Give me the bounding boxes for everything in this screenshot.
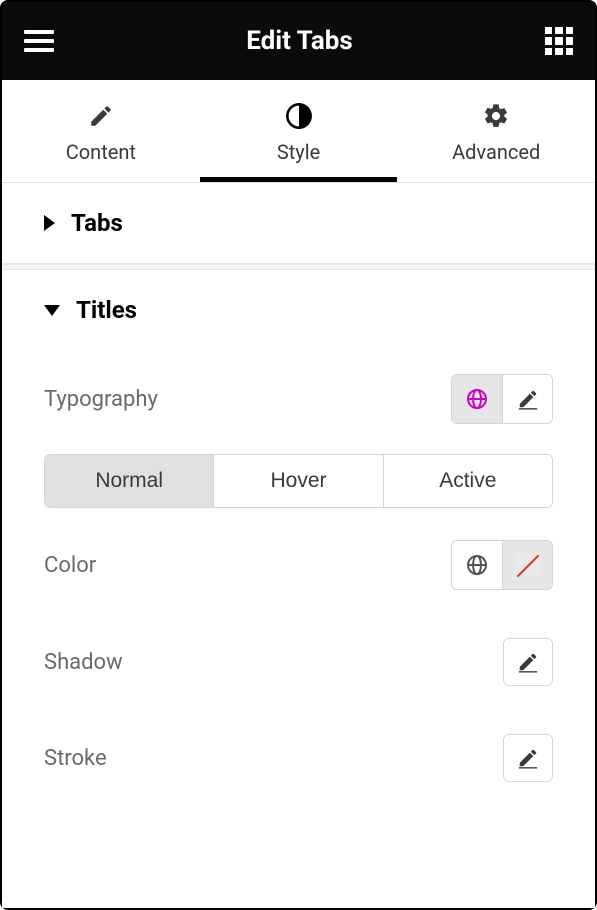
tab-label: Advanced (452, 140, 540, 164)
empty-swatch-icon (515, 552, 541, 578)
contrast-icon (285, 102, 313, 130)
control-label: Shadow (44, 650, 123, 675)
caret-right-icon (44, 215, 55, 231)
control-label: Stroke (44, 746, 107, 771)
state-toggle: Normal Hover Active (44, 454, 553, 508)
tab-content[interactable]: Content (2, 80, 200, 182)
apps-grid-icon[interactable] (545, 27, 573, 55)
section-body-titles: Typography Normal Hover Active Color (2, 350, 595, 836)
control-label: Color (44, 553, 96, 578)
edit-button[interactable] (502, 375, 552, 423)
control-stroke: Stroke (44, 710, 553, 806)
control-color: Color (44, 516, 553, 614)
control-shadow: Shadow (44, 614, 553, 710)
control-label: Typography (44, 387, 158, 412)
state-active[interactable]: Active (383, 455, 552, 507)
menu-icon[interactable] (24, 26, 54, 56)
edit-button[interactable] (503, 734, 553, 782)
section-tabs: Tabs (2, 183, 595, 264)
header-title: Edit Tabs (246, 26, 353, 56)
tabs-nav: Content Style Advanced (2, 80, 595, 183)
globe-button[interactable] (452, 541, 502, 589)
section-title: Tabs (71, 209, 123, 237)
control-typography: Typography (44, 350, 553, 448)
pencil-icon (517, 651, 539, 673)
editor-header: Edit Tabs (2, 2, 595, 80)
state-normal[interactable]: Normal (45, 455, 213, 507)
section-title: Titles (76, 296, 137, 324)
section-header-tabs[interactable]: Tabs (2, 183, 595, 263)
typography-buttons (451, 374, 553, 424)
color-swatch-button[interactable] (502, 541, 552, 589)
section-header-titles[interactable]: Titles (2, 270, 595, 350)
caret-down-icon (44, 305, 60, 316)
pencil-icon (517, 747, 539, 769)
edit-button[interactable] (503, 638, 553, 686)
pencil-icon (517, 388, 539, 410)
content-area: Tabs Titles Typography Norma (2, 183, 595, 908)
state-hover[interactable]: Hover (213, 455, 382, 507)
globe-button[interactable] (452, 375, 502, 423)
tab-label: Content (66, 140, 136, 164)
tab-style[interactable]: Style (200, 80, 398, 182)
pencil-icon (87, 102, 115, 130)
tab-label: Style (277, 140, 320, 164)
tab-advanced[interactable]: Advanced (397, 80, 595, 182)
gear-icon (482, 102, 510, 130)
color-buttons (451, 540, 553, 590)
globe-icon (465, 553, 489, 577)
section-titles: Titles Typography Normal Hover Active (2, 270, 595, 836)
globe-icon (465, 387, 489, 411)
